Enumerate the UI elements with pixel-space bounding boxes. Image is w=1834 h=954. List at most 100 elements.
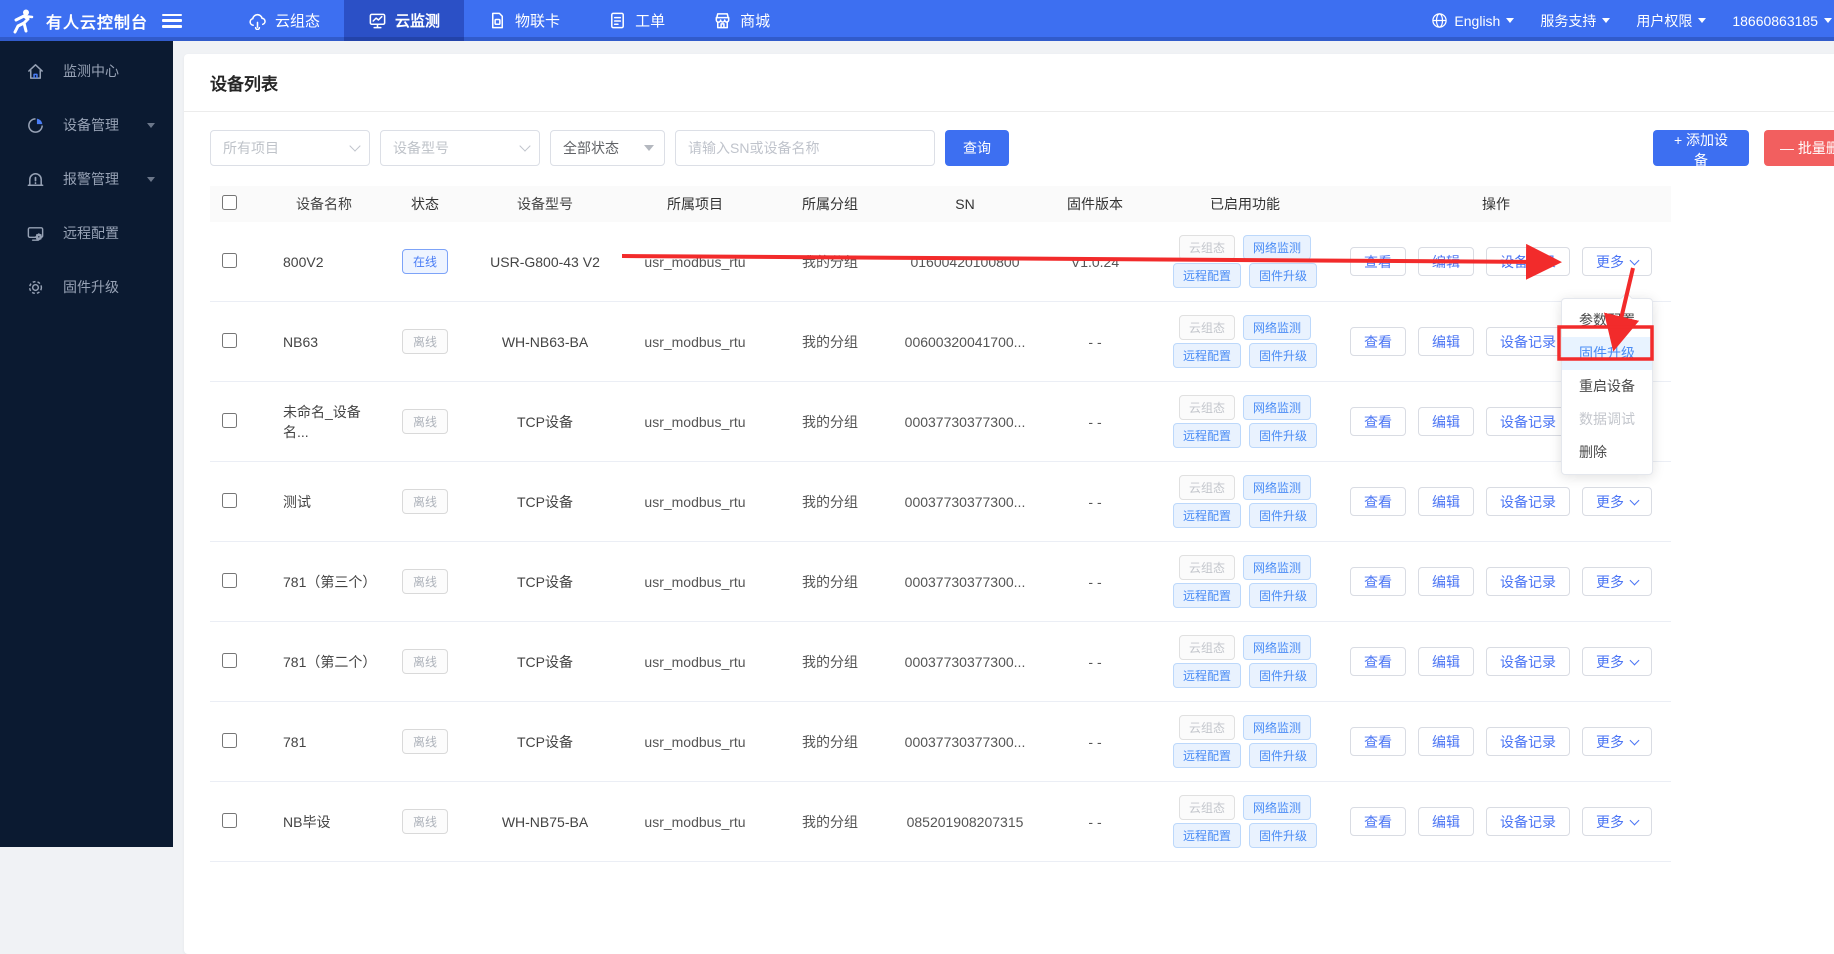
chevron-down-icon xyxy=(1630,575,1640,585)
feature-tag-cloud-scada: 云组态 xyxy=(1179,315,1235,340)
row-checkbox[interactable] xyxy=(222,253,237,268)
feature-tag-cloud-scada: 云组态 xyxy=(1179,635,1235,660)
device-records-button[interactable]: 设备记录 xyxy=(1486,487,1570,516)
feature-tag-remote-config: 远程配置 xyxy=(1173,663,1241,688)
dropdown-triangle-icon xyxy=(644,145,654,151)
edit-button[interactable]: 编辑 xyxy=(1418,327,1474,356)
select-all-checkbox[interactable] xyxy=(222,195,237,210)
sidebar-item-monitor-center[interactable]: 监测中心 xyxy=(0,44,173,98)
row-actions: 查看 编辑 设备记录 更多 xyxy=(1340,647,1671,676)
menu-item-firmware-upgrade[interactable]: 固件升级 xyxy=(1562,337,1652,370)
search-button[interactable]: 查询 xyxy=(945,130,1009,166)
tab-work-order[interactable]: 工单 xyxy=(584,0,689,41)
device-name: 781（第二个） xyxy=(250,652,380,672)
chevron-down-icon xyxy=(1824,18,1832,23)
account-menu[interactable]: 18660863185 xyxy=(1732,13,1832,29)
device-records-button[interactable]: 设备记录 xyxy=(1486,247,1570,276)
device-name: 781（第三个） xyxy=(250,572,380,592)
cloud-icon xyxy=(248,11,267,30)
device-records-button[interactable]: 设备记录 xyxy=(1486,327,1570,356)
device-model-select[interactable]: 设备型号 xyxy=(380,130,540,166)
menu-item-delete[interactable]: 删除 xyxy=(1562,436,1652,469)
tab-iot-sim[interactable]: 物联卡 xyxy=(464,0,584,41)
status-select[interactable]: 全部状态 xyxy=(550,130,665,166)
add-device-button[interactable]: + 添加设备 xyxy=(1653,130,1749,166)
edit-button[interactable]: 编辑 xyxy=(1418,247,1474,276)
view-button[interactable]: 查看 xyxy=(1350,727,1406,756)
view-button[interactable]: 查看 xyxy=(1350,247,1406,276)
sidebar-item-remote-config[interactable]: 远程配置 xyxy=(0,206,173,260)
view-button[interactable]: 查看 xyxy=(1350,647,1406,676)
device-records-button[interactable]: 设备记录 xyxy=(1486,567,1570,596)
more-button[interactable]: 更多 xyxy=(1582,567,1652,596)
device-records-button[interactable]: 设备记录 xyxy=(1486,647,1570,676)
hamburger-menu-icon[interactable] xyxy=(162,14,182,28)
batch-delete-button[interactable]: — 批量删除 xyxy=(1764,130,1834,166)
project-select[interactable]: 所有项目 xyxy=(210,130,370,166)
more-button[interactable]: 更多 xyxy=(1582,807,1652,836)
feature-tag-cloud-scada: 云组态 xyxy=(1179,235,1235,260)
language-selector[interactable]: English xyxy=(1431,12,1514,29)
sidebar-item-device-management[interactable]: 设备管理 xyxy=(0,98,173,152)
tab-cloud-scada[interactable]: 云组态 xyxy=(224,0,344,41)
col-actions: 操作 xyxy=(1340,194,1671,214)
device-name: NB63 xyxy=(250,334,380,350)
edit-button[interactable]: 编辑 xyxy=(1418,407,1474,436)
top-navbar: 有人云控制台 云组态 云监测 物联卡 xyxy=(0,0,1834,41)
row-actions: 查看 编辑 设备记录 更多 xyxy=(1340,727,1671,756)
sidebar-item-alarm-management[interactable]: 报警管理 xyxy=(0,152,173,206)
view-button[interactable]: 查看 xyxy=(1350,327,1406,356)
feature-tag-network-monitor: 网络监测 xyxy=(1243,555,1311,580)
edit-button[interactable]: 编辑 xyxy=(1418,807,1474,836)
chevron-down-icon xyxy=(1698,18,1706,23)
chevron-down-icon xyxy=(147,123,155,128)
group-name: 我的分组 xyxy=(770,332,890,352)
feature-tag-remote-config: 远程配置 xyxy=(1173,423,1241,448)
more-button[interactable]: 更多 xyxy=(1582,487,1652,516)
col-device-name: 设备名称 xyxy=(250,194,380,214)
search-input[interactable] xyxy=(675,130,935,166)
more-button[interactable]: 更多 xyxy=(1582,247,1652,276)
menu-item-restart-device[interactable]: 重启设备 xyxy=(1562,370,1652,403)
row-checkbox[interactable] xyxy=(222,493,237,508)
project-name: usr_modbus_rtu xyxy=(620,414,770,430)
device-sn: 00037730377300... xyxy=(890,494,1040,510)
row-checkbox[interactable] xyxy=(222,573,237,588)
menu-item-param-config[interactable]: 参数配置 xyxy=(1562,304,1652,337)
more-button[interactable]: 更多 xyxy=(1582,727,1652,756)
monitor-chart-icon xyxy=(368,11,387,30)
table-row: 800V2 在线 USR-G800-43 V2 usr_modbus_rtu 我… xyxy=(210,222,1671,302)
firmware-version: - - xyxy=(1040,734,1150,750)
device-name: 800V2 xyxy=(250,254,380,270)
device-list-card: 设备列表 所有项目 设备型号 全部状态 查询 + 添加设备 — 批量删除 设备名… xyxy=(184,54,1834,954)
chevron-down-icon xyxy=(147,177,155,182)
view-button[interactable]: 查看 xyxy=(1350,807,1406,836)
view-button[interactable]: 查看 xyxy=(1350,407,1406,436)
view-button[interactable]: 查看 xyxy=(1350,487,1406,516)
row-checkbox[interactable] xyxy=(222,733,237,748)
more-button[interactable]: 更多 xyxy=(1582,647,1652,676)
device-records-button[interactable]: 设备记录 xyxy=(1486,407,1570,436)
user-permission-menu[interactable]: 用户权限 xyxy=(1636,11,1706,31)
tab-cloud-monitor[interactable]: 云监测 xyxy=(344,0,464,41)
edit-button[interactable]: 编辑 xyxy=(1418,647,1474,676)
view-button[interactable]: 查看 xyxy=(1350,567,1406,596)
edit-button[interactable]: 编辑 xyxy=(1418,567,1474,596)
firmware-version: - - xyxy=(1040,414,1150,430)
status-badge: 离线 xyxy=(402,809,448,834)
row-checkbox[interactable] xyxy=(222,333,237,348)
firmware-version: - - xyxy=(1040,814,1150,830)
table-row: 781（第三个） 离线 TCP设备 usr_modbus_rtu 我的分组 00… xyxy=(210,542,1671,622)
edit-button[interactable]: 编辑 xyxy=(1418,487,1474,516)
row-checkbox[interactable] xyxy=(222,413,237,428)
device-records-button[interactable]: 设备记录 xyxy=(1486,727,1570,756)
service-support-menu[interactable]: 服务支持 xyxy=(1540,11,1610,31)
device-records-button[interactable]: 设备记录 xyxy=(1486,807,1570,836)
sidebar-item-firmware-upgrade[interactable]: 固件升级 xyxy=(0,260,173,314)
row-checkbox[interactable] xyxy=(222,653,237,668)
table-row: 781 离线 TCP设备 usr_modbus_rtu 我的分组 0003773… xyxy=(210,702,1671,782)
row-checkbox[interactable] xyxy=(222,813,237,828)
edit-button[interactable]: 编辑 xyxy=(1418,727,1474,756)
feature-tag-firmware-upgrade: 固件升级 xyxy=(1249,823,1317,848)
tab-mall[interactable]: 商城 xyxy=(689,0,794,41)
